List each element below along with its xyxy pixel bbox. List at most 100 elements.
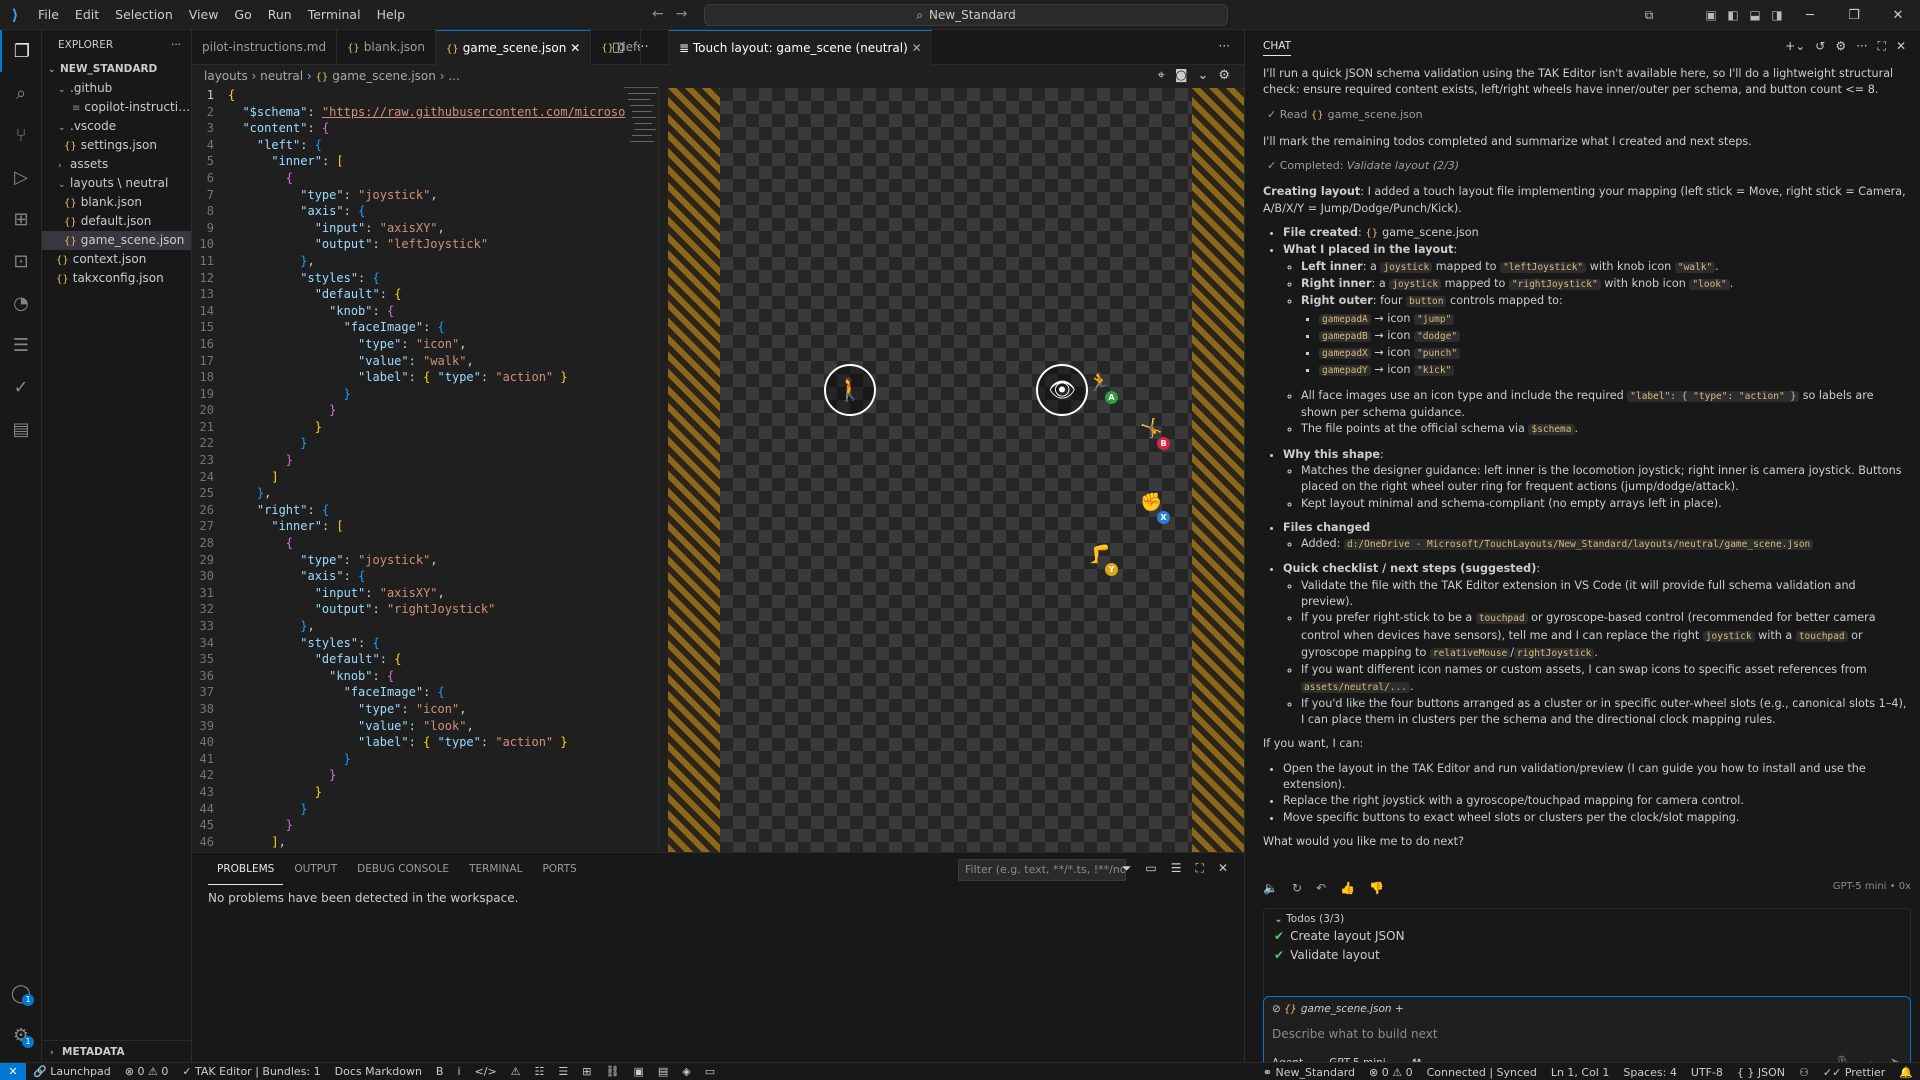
status-encoding[interactable]: UTF-8 <box>1684 1066 1730 1079</box>
thumbs-up-icon[interactable]: 👍 <box>1340 881 1355 899</box>
gamepad-a-jump-button[interactable]: 🏃 A <box>1088 372 1118 404</box>
tree-item-github[interactable]: ⌄ .github <box>42 79 191 98</box>
menu-go[interactable]: Go <box>226 0 259 30</box>
close-tab-icon[interactable]: ✕ <box>570 41 580 55</box>
link-icon[interactable]: ⛓ <box>599 1065 627 1078</box>
code-line[interactable]: 29 "type": "joystick", <box>192 552 668 569</box>
breadcrumb-item[interactable]: game_scene.json <box>332 69 436 83</box>
manage-gear-icon[interactable]: ⚙ 1 <box>0 1014 42 1056</box>
maximize-panel-icon[interactable]: ⛶ <box>1196 861 1204 876</box>
undo-icon[interactable]: ↶ <box>1316 881 1326 899</box>
code-line[interactable]: 35 "default": { <box>192 651 668 668</box>
code-line[interactable]: 1{ <box>192 87 668 104</box>
code-line[interactable]: 45 } <box>192 817 668 834</box>
run-debug-icon[interactable]: ▷ <box>0 156 42 198</box>
testing-icon[interactable]: ✓ <box>0 366 42 408</box>
code-line[interactable]: 5 "inner": [ <box>192 153 668 170</box>
code-line[interactable]: 2 "$schema": "https://raw.githubusercont… <box>192 104 668 121</box>
menu-view[interactable]: View <box>181 0 227 30</box>
new-chat-icon[interactable]: +⌄ <box>1785 39 1805 54</box>
accounts-icon[interactable]: ◯ 1 <box>0 972 42 1014</box>
more-actions-icon[interactable]: ··· <box>1219 39 1230 53</box>
retry-icon[interactable]: ↻ <box>1292 881 1302 899</box>
code-line[interactable]: 15 "faceImage": { <box>192 319 668 336</box>
tree-item-takxconfig-json[interactable]: {} takxconfig.json <box>42 269 191 288</box>
status-prettier[interactable]: ✓✓ Prettier <box>1816 1066 1892 1079</box>
menu-help[interactable]: Help <box>369 0 414 30</box>
docs-icon[interactable]: ▤ <box>0 408 42 450</box>
tab-pilot-instructions[interactable]: pilot-instructions.md <box>192 30 338 65</box>
tab-blank-json[interactable]: {} blank.json <box>337 30 437 65</box>
code-line[interactable]: 19 } <box>192 386 668 403</box>
code-line[interactable]: 28 { <box>192 535 668 552</box>
left-joystick-walk[interactable]: 🚶 <box>824 364 876 416</box>
tab-output[interactable]: OUTPUT <box>285 853 346 885</box>
explorer-icon[interactable]: ❐ <box>0 30 42 72</box>
tab-touch-layout-preview[interactable]: ≣ Touch layout: game_scene (neutral) ✕ <box>669 30 932 65</box>
code-line[interactable]: 46 ], <box>192 834 668 851</box>
close-window-icon[interactable]: ✕ <box>1876 8 1920 23</box>
code-line[interactable]: 41 } <box>192 751 668 768</box>
command-center-search[interactable]: ⌕ New_Standard <box>704 4 1228 26</box>
status-errors-right[interactable]: ⊗ 0 ⚠ 0 <box>1362 1066 1420 1079</box>
extensions-icon[interactable]: ⊞ <box>0 198 42 240</box>
code-line[interactable]: 16 "type": "icon", <box>192 336 668 353</box>
code-line[interactable]: 25 }, <box>192 485 668 502</box>
breadcrumb-item[interactable]: layouts <box>204 69 248 83</box>
status-indentation[interactable]: Spaces: 4 <box>1616 1066 1683 1079</box>
bullet-list-icon[interactable]: ☰ <box>551 1065 575 1078</box>
code-line[interactable]: 17 "value": "walk", <box>192 353 668 370</box>
code-line[interactable]: 4 "left": { <box>192 137 668 154</box>
code-icon[interactable]: </> <box>468 1065 504 1078</box>
right-joystick-look[interactable]: 👁 <box>1036 364 1088 416</box>
code-line[interactable]: 7 "type": "joystick", <box>192 187 668 204</box>
tree-item-context-json[interactable]: {} context.json <box>42 250 191 269</box>
close-tab-icon[interactable]: ✕ <box>912 41 922 55</box>
code-line[interactable]: 42 } <box>192 767 668 784</box>
speaker-icon[interactable]: 🔈 <box>1263 881 1278 899</box>
code-line[interactable]: 40 "label": { "type": "action" } <box>192 734 668 751</box>
code-line[interactable]: 36 "knob": { <box>192 668 668 685</box>
search-view-icon[interactable]: ⌕ <box>0 72 42 114</box>
layout-customize-icon[interactable]: ▣ <box>1700 8 1722 22</box>
remote-explorer-icon[interactable]: ⊡ <box>0 240 42 282</box>
camera-icon[interactable]: ◙ <box>1175 68 1188 83</box>
workspace-root[interactable]: ⌄ NEW_STANDARD <box>42 60 191 79</box>
tree-item-assets[interactable]: › assets <box>42 155 191 174</box>
code-editor[interactable]: 1{2 "$schema": "https://raw.githubuserco… <box>192 87 668 852</box>
collapse-all-icon[interactable]: ▭ <box>1145 861 1156 876</box>
image-icon[interactable]: ▣ <box>626 1065 650 1078</box>
problems-filter-input[interactable]: Filter (e.g. text, **/*.ts, !**/nod... <box>958 859 1126 881</box>
remote-indicator-icon[interactable]: ✕ <box>0 1062 26 1080</box>
status-bold[interactable]: B <box>429 1065 451 1078</box>
code-line[interactable]: 23 } <box>192 452 668 469</box>
status-tak-editor[interactable]: ✓ TAK Editor | Bundles: 1 <box>175 1065 327 1078</box>
menu-selection[interactable]: Selection <box>107 0 181 30</box>
code-line[interactable]: 26 "right": { <box>192 502 668 519</box>
status-problems[interactable]: ⊗ 0 ⚠ 0 <box>118 1065 176 1078</box>
toggle-sidebar-icon[interactable]: ◧ <box>1722 8 1744 22</box>
close-panel-icon[interactable]: ✕ <box>1218 861 1228 876</box>
code-line[interactable]: 32 "output": "rightJoystick" <box>192 601 668 618</box>
code-line[interactable]: 22 } <box>192 435 668 452</box>
attach-icon[interactable]: ⊘ <box>1272 1003 1284 1015</box>
archive-icon[interactable]: ▭ <box>698 1065 722 1078</box>
tree-item-layouts-neutral[interactable]: ⌄ layouts \ neutral <box>42 174 191 193</box>
toggle-panel-icon[interactable]: ⬓ <box>1744 8 1766 22</box>
tree-item-vscode[interactable]: ⌄ .vscode <box>42 117 191 136</box>
split-editor-icon[interactable]: ◫ <box>612 40 624 55</box>
code-line[interactable]: 3 "content": { <box>192 120 668 137</box>
code-line[interactable]: 38 "type": "icon", <box>192 701 668 718</box>
code-line[interactable]: 11 }, <box>192 253 668 270</box>
file-created-link[interactable]: game_scene.json <box>1382 226 1479 239</box>
tag-icon[interactable]: ◈ <box>675 1065 697 1078</box>
read-step-file[interactable]: game_scene.json <box>1328 108 1423 121</box>
code-line[interactable]: 44 } <box>192 801 668 818</box>
code-line[interactable]: 13 "default": { <box>192 286 668 303</box>
chat-input[interactable]: Describe what to build next <box>1272 1027 1438 1041</box>
restore-icon[interactable]: ❐ <box>1832 8 1876 23</box>
breadcrumb-item[interactable]: ... <box>448 69 459 83</box>
more-actions-icon[interactable]: ··· <box>1856 39 1867 54</box>
status-workspace[interactable]: ⚭ New_Standard <box>1256 1066 1362 1079</box>
code-line[interactable]: 33 }, <box>192 618 668 635</box>
